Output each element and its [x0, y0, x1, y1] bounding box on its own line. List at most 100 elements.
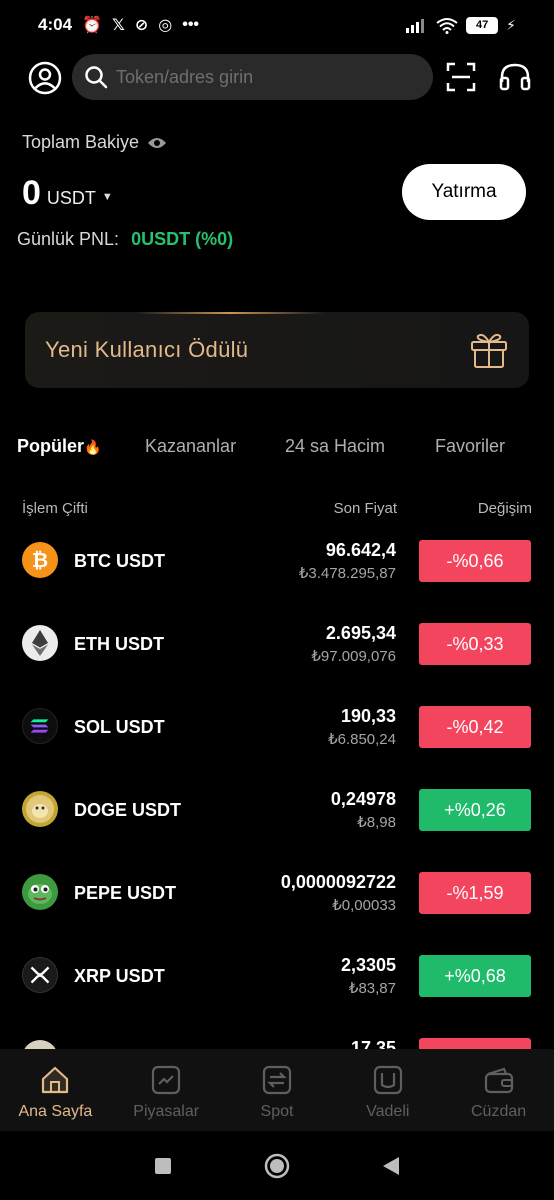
pnl-value: 0USDT (%0): [131, 229, 234, 249]
gift-icon: [471, 333, 507, 368]
bottom-nav: Ana Sayfa Piyasalar Spot Vadeli Cüzdan: [0, 1049, 554, 1131]
search-icon: [85, 66, 108, 89]
price-try: ₺83,87: [348, 980, 396, 997]
scan-icon[interactable]: [446, 62, 476, 92]
daily-pnl: Günlük PNL: 0USDT (%0): [17, 229, 233, 250]
search-bar[interactable]: [72, 54, 433, 100]
pair-label: PEPE USDT: [74, 883, 177, 903]
nav-label: Ana Sayfa: [18, 1103, 93, 1120]
last-price: 0,0000092722: [280, 872, 396, 892]
battery-icon: 47: [466, 16, 499, 34]
wifi-icon: [436, 17, 458, 34]
table-row[interactable]: SOL USDT 190,33 ₺6.850,24 -%0,42: [0, 686, 554, 769]
charging-icon: ⚡: [506, 16, 516, 33]
market-list: ₿ BTC USDT 96.642,4 ₺3.478.295,87 -%0,66…: [0, 520, 554, 1050]
table-row[interactable]: PEPE USDT 0,0000092722 ₺0,00033 -%1,59: [0, 852, 554, 935]
swap-icon: [262, 1065, 292, 1095]
table-row[interactable]: 17,35: [0, 1018, 554, 1050]
table-row[interactable]: XRP USDT 2,3305 ₺83,87 +%0,68: [0, 935, 554, 1018]
tab-24h-volume[interactable]: 24 sa Hacim: [285, 436, 385, 457]
new-user-reward-banner[interactable]: Yeni Kullanıcı Ödülü: [25, 312, 529, 388]
price-try: ₺3.478.295,87: [298, 565, 396, 582]
last-price: 0,24978: [330, 789, 396, 809]
svg-text:₿: ₿: [32, 548, 48, 572]
header-price: Son Fiyat: [333, 500, 397, 517]
pair-label: XRP USDT: [74, 966, 165, 986]
profile-icon[interactable]: [28, 61, 62, 95]
wallet-icon: [484, 1067, 513, 1094]
alarm-icon: ⏰: [82, 17, 102, 34]
nav-label: Cüzdan: [471, 1103, 527, 1120]
balance-amount[interactable]: 0 USDT ▼: [22, 174, 113, 213]
table-row[interactable]: ₿ BTC USDT 96.642,4 ₺3.478.295,87 -%0,66: [0, 520, 554, 603]
pair-label: DOGE USDT: [74, 800, 182, 820]
last-price: 2,3305: [340, 955, 396, 975]
futures-icon: [373, 1065, 402, 1095]
app-notification-icon: ⊘: [134, 17, 149, 34]
status-bar: 4:04 ⏰ 𝕏 ⊘ ◎ ••• 47 ⚡: [0, 0, 554, 50]
home-icon: [42, 1066, 69, 1094]
tab-popular-label: Popüler: [17, 436, 85, 456]
change-badge[interactable]: -%0,33: [419, 623, 531, 665]
market-tabs: Popüler🔥 Kazananlar 24 sa Hacim Favorile…: [0, 436, 554, 464]
status-time: 4:04: [38, 15, 73, 34]
nav-home[interactable]: Ana Sayfa: [0, 1049, 111, 1131]
nav-wallet[interactable]: Cüzdan: [443, 1049, 554, 1131]
tab-favorites[interactable]: Favoriler: [435, 436, 505, 457]
solana-icon: [22, 708, 58, 744]
dogecoin-icon: [22, 791, 58, 827]
change-badge[interactable]: +%0,26: [419, 789, 531, 831]
system-nav-bar: [0, 1131, 554, 1200]
nav-label: Spot: [260, 1103, 294, 1120]
home-system-button[interactable]: [264, 1153, 290, 1179]
more-notifications-icon: •••: [182, 16, 200, 33]
recents-square-icon: [155, 1158, 171, 1174]
last-price: 2.695,34: [325, 623, 396, 643]
search-input[interactable]: [116, 66, 416, 88]
top-bar: [0, 54, 554, 100]
deposit-button[interactable]: Yatırma: [402, 164, 526, 220]
nav-spot[interactable]: Spot: [222, 1049, 333, 1131]
tab-gainers[interactable]: Kazananlar: [145, 436, 236, 457]
chart-icon: [152, 1065, 181, 1095]
x-app-icon: 𝕏: [111, 17, 125, 34]
pair-label: BTC USDT: [74, 551, 165, 571]
change-badge[interactable]: -%1,59: [419, 872, 531, 914]
change-badge[interactable]: -%0,42: [419, 706, 531, 748]
pair-label: SOL USDT: [74, 717, 165, 737]
nav-label: Piyasalar: [133, 1103, 200, 1120]
balance-unit: USDT: [46, 188, 96, 208]
eye-icon[interactable]: [147, 136, 167, 150]
total-balance-label: Toplam Bakiye: [22, 132, 140, 152]
table-header: İşlem Çifti Son Fiyat Değişim: [0, 500, 554, 520]
pair-label: ETH USDT: [74, 634, 164, 654]
support-headset-icon[interactable]: [499, 62, 531, 92]
chrome-icon: ◎: [158, 17, 173, 34]
header-change: Değişim: [477, 500, 532, 517]
price-try: ₺8,98: [357, 814, 396, 831]
price-try: ₺97.009,076: [311, 648, 396, 665]
last-price: 190,33: [340, 706, 396, 726]
pnl-label: Günlük PNL:: [17, 229, 120, 249]
back-button[interactable]: [378, 1153, 404, 1179]
header-pair: İşlem Çifti: [22, 500, 88, 517]
pepe-icon: [22, 874, 58, 910]
caret-down-icon: ▼: [101, 191, 113, 203]
balance-value: 0: [22, 174, 41, 212]
balance-section-label: Toplam Bakiye: [22, 132, 167, 153]
reward-title: Yeni Kullanıcı Ödülü: [45, 337, 249, 362]
change-badge[interactable]: -%0,66: [419, 540, 531, 582]
nav-futures[interactable]: Vadeli: [332, 1049, 443, 1131]
table-row[interactable]: DOGE USDT 0,24978 ₺8,98 +%0,26: [0, 769, 554, 852]
price-try: ₺0,00033: [332, 897, 396, 914]
last-price: 96.642,4: [325, 540, 396, 560]
ethereum-icon: [22, 625, 58, 661]
nav-markets[interactable]: Piyasalar: [111, 1049, 222, 1131]
table-row[interactable]: ETH USDT 2.695,34 ₺97.009,076 -%0,33: [0, 603, 554, 686]
change-badge[interactable]: +%0,68: [419, 955, 531, 997]
price-try: ₺6.850,24: [328, 731, 396, 748]
back-triangle-icon: [383, 1157, 399, 1175]
tab-popular[interactable]: Popüler🔥: [17, 436, 101, 457]
home-circle-icon: [264, 1153, 290, 1179]
recents-button[interactable]: [150, 1153, 176, 1179]
